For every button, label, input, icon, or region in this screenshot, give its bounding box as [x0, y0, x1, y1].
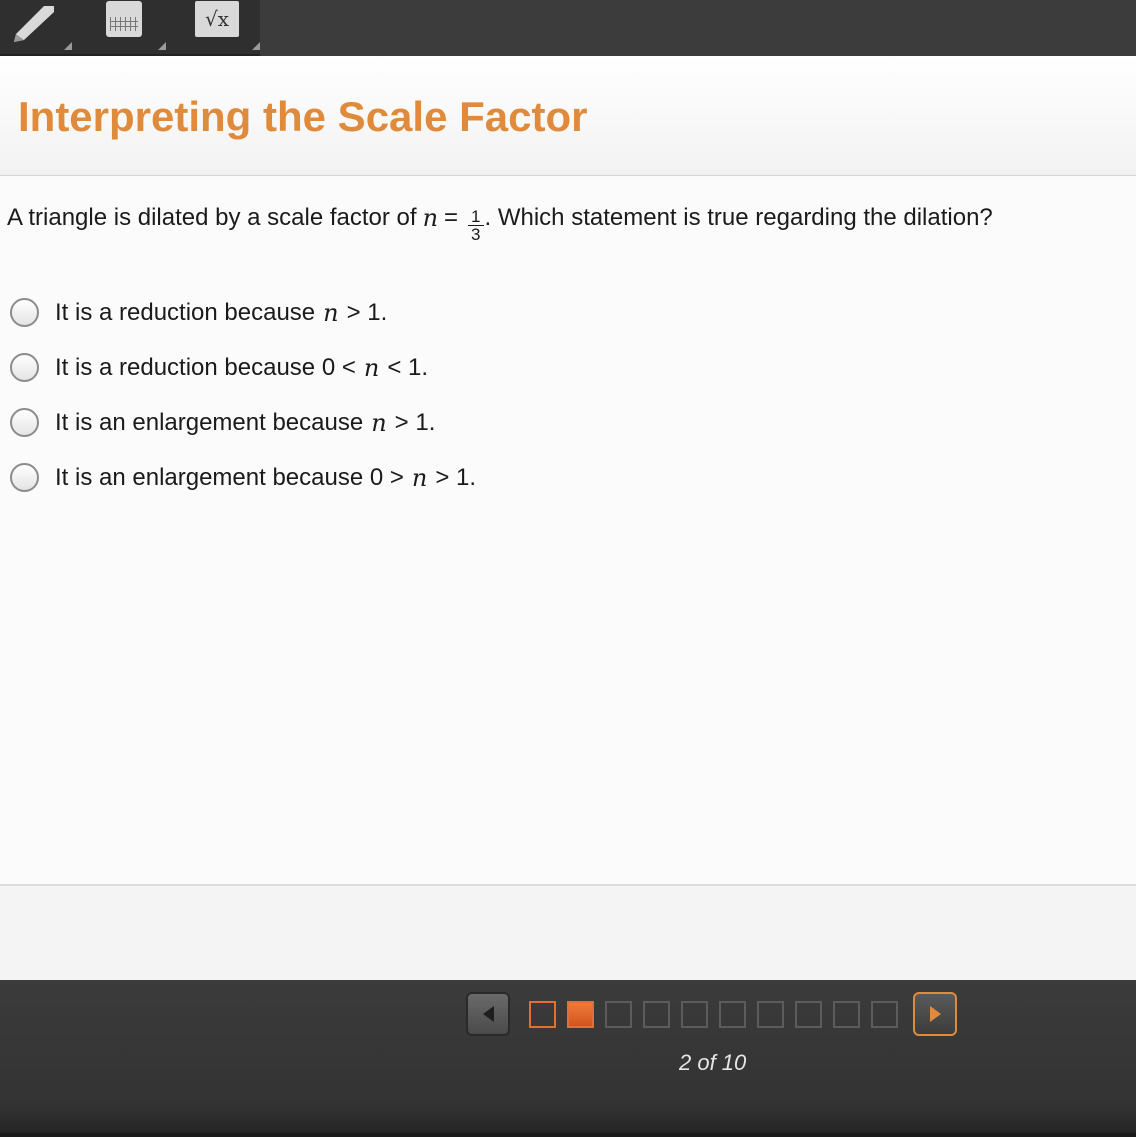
answer-choice[interactable]: It is an enlargement because 0 > n > 1.	[10, 450, 476, 505]
choice-text-before: It is an enlargement because 0 >	[55, 463, 404, 491]
answer-choice[interactable]: It is a reduction because n > 1.	[10, 285, 476, 340]
next-page-button[interactable]	[913, 992, 957, 1036]
question-suffix: . Which statement is true regarding the …	[484, 203, 993, 231]
page-square-7[interactable]	[757, 1001, 784, 1028]
choice-text-after: > 1.	[394, 408, 436, 436]
choice-text-after: > 1.	[435, 463, 477, 491]
choice-variable: n	[411, 463, 428, 492]
choice-text-before: It is an enlargement because	[55, 408, 364, 436]
page-square-4[interactable]	[643, 1001, 670, 1028]
choice-label: It is an enlargement because n > 1.	[55, 409, 435, 437]
page-title: Interpreting the Scale Factor	[18, 93, 588, 140]
tool-menu-corner-icon	[158, 42, 166, 50]
arrow-left-icon	[482, 1006, 494, 1022]
choice-variable: n	[363, 353, 380, 382]
radio-button[interactable]	[10, 298, 39, 327]
page-square-6[interactable]	[719, 1001, 746, 1028]
choice-label: It is a reduction because 0 < n < 1.	[55, 354, 428, 382]
question-text: A triangle is dilated by a scale factor …	[7, 200, 993, 244]
pencil-icon	[14, 6, 54, 42]
answer-choice[interactable]: It is a reduction because 0 < n < 1.	[10, 340, 476, 395]
top-toolbar: √x	[0, 0, 1136, 56]
tool-group: √x	[0, 0, 260, 56]
page-square-1[interactable]	[529, 1001, 556, 1028]
choice-text-after: > 1.	[346, 298, 388, 326]
choice-text-before: It is a reduction because	[55, 298, 316, 326]
page-indicator: 2 of 10	[679, 1050, 747, 1075]
arrow-right-icon	[929, 1006, 941, 1022]
scale-factor-fraction: 1 3	[468, 208, 484, 244]
bottom-edge	[0, 1133, 1136, 1137]
page-square-9[interactable]	[833, 1001, 860, 1028]
page-square-10[interactable]	[871, 1001, 898, 1028]
pencil-tool-button[interactable]	[0, 0, 72, 52]
choice-label: It is an enlargement because 0 > n > 1.	[55, 464, 476, 492]
content-footer-area	[0, 884, 1136, 980]
calculator-tool-button[interactable]	[82, 0, 166, 52]
page-square-3[interactable]	[605, 1001, 632, 1028]
radio-button[interactable]	[10, 353, 39, 382]
choice-label: It is a reduction because n > 1.	[55, 299, 387, 327]
choice-text-before: It is a reduction because 0 <	[55, 353, 356, 381]
question-prefix: A triangle is dilated by a scale factor …	[7, 203, 417, 231]
formula-tool-button[interactable]: √x	[174, 0, 260, 52]
question-equals: =	[444, 203, 459, 231]
square-root-icon: √x	[195, 1, 239, 37]
fraction-numerator: 1	[468, 208, 484, 226]
previous-page-button[interactable]	[466, 992, 510, 1036]
page-square-2[interactable]	[567, 1001, 594, 1028]
answer-choices: It is a reduction because n > 1. It is a…	[10, 285, 476, 505]
page-square-8[interactable]	[795, 1001, 822, 1028]
lesson-header: Interpreting the Scale Factor	[0, 56, 1136, 176]
choice-text-after: < 1.	[387, 353, 429, 381]
radio-button[interactable]	[10, 408, 39, 437]
page-tracker	[529, 1001, 898, 1028]
tool-menu-corner-icon	[252, 42, 260, 50]
radio-button[interactable]	[10, 463, 39, 492]
page-square-5[interactable]	[681, 1001, 708, 1028]
fraction-denominator: 3	[471, 225, 481, 244]
bottom-navigation: 2 of 10	[0, 980, 1136, 1137]
answer-choice[interactable]: It is an enlargement because n > 1.	[10, 395, 476, 450]
tool-menu-corner-icon	[64, 42, 72, 50]
calculator-icon	[106, 1, 142, 37]
question-variable: n	[422, 203, 439, 232]
choice-variable: n	[323, 298, 339, 327]
choice-variable: n	[371, 408, 387, 437]
